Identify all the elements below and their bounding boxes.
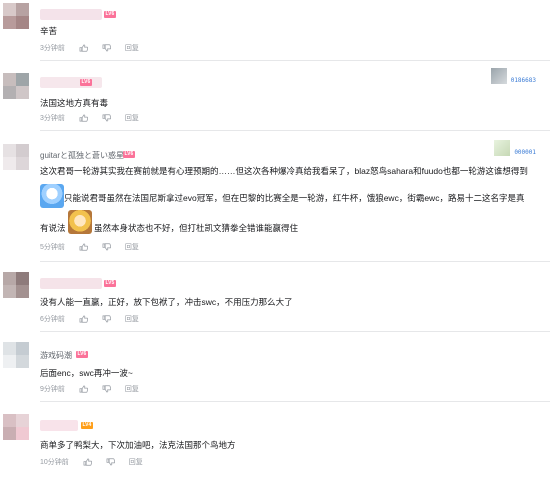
comment-time: 3分钟前 xyxy=(40,115,65,122)
comment-time: 9分钟前 xyxy=(40,386,65,393)
decoration-image xyxy=(494,140,511,156)
comment-list: LV6 辛苦 3分钟前 回复 LV6 0186683 法国这地方真有毒 3分钟前… xyxy=(0,0,550,477)
avatar[interactable] xyxy=(3,414,29,440)
decoration-image xyxy=(490,68,507,84)
thumb-up-icon[interactable] xyxy=(83,458,92,466)
comment-text-line: 这次君哥一轮游其实我在赛前就是有心理预期的……但这次各种爆冷真给我看呆了，bla… xyxy=(40,166,528,176)
thumb-down-icon[interactable] xyxy=(106,458,115,466)
username-blurred[interactable] xyxy=(40,9,102,20)
comment-meta: 5分钟前 回复 xyxy=(40,242,139,252)
comment-item: LV6 辛苦 3分钟前 回复 xyxy=(0,0,550,66)
username-blurred[interactable] xyxy=(40,278,102,289)
thumb-up-icon[interactable] xyxy=(79,114,88,122)
reply-button[interactable]: 回复 xyxy=(125,314,139,324)
divider xyxy=(40,261,550,262)
thumb-down-icon[interactable] xyxy=(102,315,111,323)
reply-button[interactable]: 回复 xyxy=(125,242,139,252)
comment-text: 辛苦 xyxy=(40,26,58,36)
avatar[interactable] xyxy=(3,342,29,368)
comment-text: 法国这地方真有毒 xyxy=(40,98,109,108)
comment-time: 5分钟前 xyxy=(40,244,65,251)
comment-meta: 9分钟前 回复 xyxy=(40,384,139,394)
divider xyxy=(40,401,550,402)
divider xyxy=(40,130,550,131)
thumb-down-icon[interactable] xyxy=(102,243,111,251)
comment-time: 6分钟前 xyxy=(40,316,65,323)
comment-item: guitarと孤独と蒼い惑星 LV6 000001 这次君哥一轮游其实我在赛前就… xyxy=(0,132,550,267)
username[interactable]: guitarと孤独と蒼い惑星 xyxy=(40,150,124,161)
decoration-number: 000001 xyxy=(514,149,536,156)
avatar[interactable] xyxy=(3,272,29,298)
emote-image xyxy=(68,210,92,234)
comment-item: LV5 没有人能一直赢，正好，放下包袱了，冲击swc，不用压力那么大了 6分钟前… xyxy=(0,267,550,335)
level-badge: LV6 xyxy=(123,151,135,158)
reply-button[interactable]: 回复 xyxy=(125,384,139,394)
thumb-up-icon[interactable] xyxy=(79,44,88,52)
comment-time: 3分钟前 xyxy=(40,45,65,52)
username[interactable]: 游戏码潮 xyxy=(40,350,72,361)
comment-meta: 6分钟前 回复 xyxy=(40,314,139,324)
decoration-number: 0186683 xyxy=(510,77,536,84)
comment-text: 没有人能一直赢，正好，放下包袱了，冲击swc，不用压力那么大了 xyxy=(40,297,293,307)
level-badge: LV5 xyxy=(104,280,116,287)
thumb-up-icon[interactable] xyxy=(79,315,88,323)
thumb-up-icon[interactable] xyxy=(79,385,88,393)
comment-text: 商单多了鸭梨大，下次加油吧，法克法国那个鸟地方 xyxy=(40,440,236,450)
thumb-down-icon[interactable] xyxy=(102,385,111,393)
avatar[interactable] xyxy=(3,73,29,99)
username-blurred[interactable] xyxy=(40,420,78,431)
thumb-down-icon[interactable] xyxy=(102,114,111,122)
comment-text-line: 有说法 xyxy=(40,223,66,233)
divider xyxy=(40,331,550,332)
divider xyxy=(40,60,550,61)
level-badge: LV6 xyxy=(80,79,92,86)
comment-meta: 3分钟前 回复 xyxy=(40,43,139,53)
emote-image xyxy=(40,184,64,208)
level-badge: LV6 xyxy=(104,11,116,18)
comment-item: LV6 0186683 法国这地方真有毒 3分钟前 回复 xyxy=(0,66,550,132)
level-badge: LV6 xyxy=(76,351,88,358)
comment-meta: 10分钟前 回复 xyxy=(40,457,143,467)
comment-text-line: 只能说君哥虽然在法国尼斯拿过evo冠军，但在巴黎的比赛全是一轮游，红牛杯，饿狼e… xyxy=(64,193,525,203)
avatar[interactable] xyxy=(3,3,29,29)
avatar[interactable] xyxy=(3,144,29,170)
thumb-down-icon[interactable] xyxy=(102,44,111,52)
comment-text-line: 虽然本身状态也不好，但打杜凯文猜拳全错谁能赢得住 xyxy=(94,223,299,233)
level-badge: LV4 xyxy=(81,422,93,429)
reply-button[interactable]: 回复 xyxy=(129,457,143,467)
reply-button[interactable]: 回复 xyxy=(125,43,139,53)
username-blurred[interactable] xyxy=(40,77,102,88)
comment-time: 10分钟前 xyxy=(40,459,69,466)
decoration-card: 0186683 xyxy=(490,68,536,84)
comment-text: 后面enc，swc再冲一波~ xyxy=(40,368,133,378)
decoration-card: 000001 xyxy=(494,140,536,156)
comment-item: 游戏码潮 LV6 后面enc，swc再冲一波~ 9分钟前 回复 xyxy=(0,335,550,404)
comment-meta: 3分钟前 回复 xyxy=(40,113,139,123)
thumb-up-icon[interactable] xyxy=(79,243,88,251)
comment-item: LV4 商单多了鸭梨大，下次加油吧，法克法国那个鸟地方 10分钟前 回复 xyxy=(0,404,550,477)
reply-button[interactable]: 回复 xyxy=(125,113,139,123)
